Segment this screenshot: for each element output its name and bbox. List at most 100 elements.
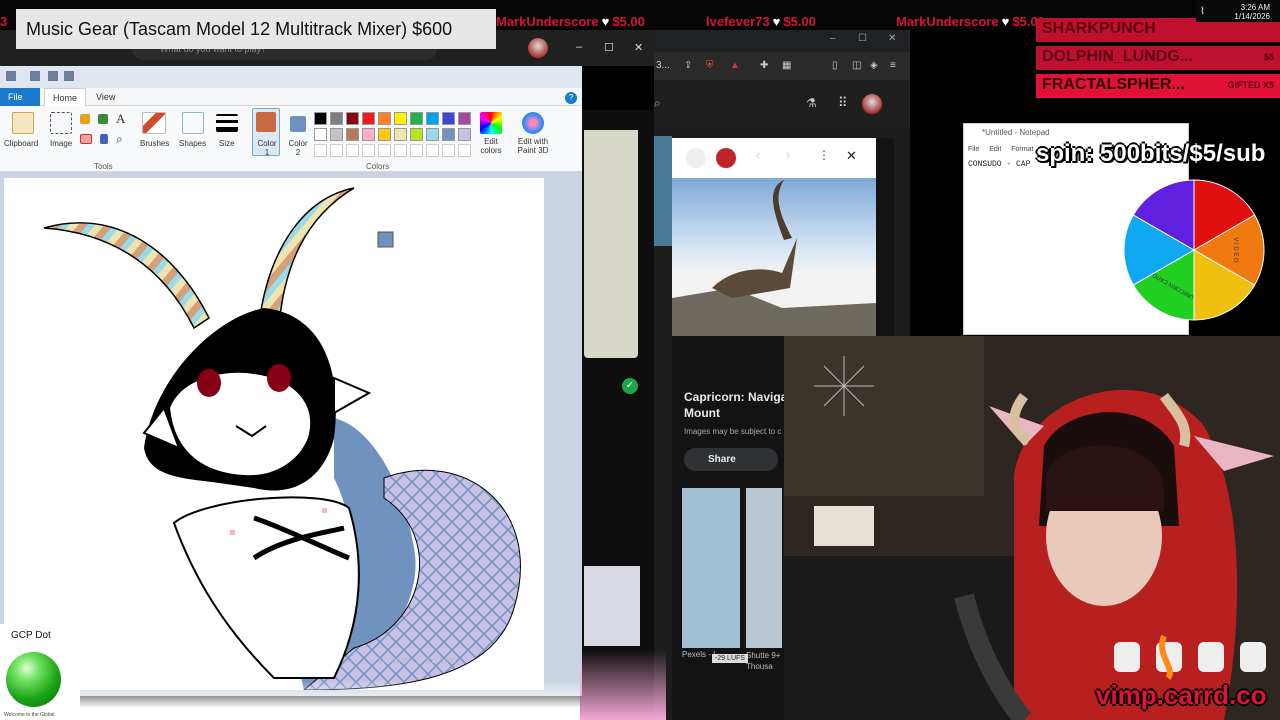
custom-color-slot[interactable] (394, 144, 407, 157)
palette-swatch[interactable] (378, 128, 391, 141)
lens-icon[interactable] (686, 148, 706, 168)
redo-icon[interactable] (64, 71, 74, 81)
extension-icon[interactable]: ▲ (730, 60, 740, 71)
brave-icon[interactable]: ⛨ (706, 60, 714, 71)
palette-swatch[interactable] (314, 128, 327, 141)
size-icon[interactable] (216, 114, 238, 132)
avatar[interactable] (528, 38, 548, 58)
palette-swatch[interactable] (394, 128, 407, 141)
ticker-item: MarkUnderscore ♥ $5.00 (496, 14, 645, 29)
minimize-icon[interactable]: – (576, 41, 582, 53)
leaderboard-note: GIFTED X5 (1227, 80, 1274, 90)
paint3d-icon[interactable] (522, 112, 544, 134)
text-icon[interactable]: A (116, 111, 125, 127)
menu-format[interactable]: Format (1011, 146, 1033, 153)
edit-colors-icon[interactable] (480, 112, 502, 134)
tab-view[interactable]: View (88, 88, 123, 106)
palette-swatch[interactable] (458, 112, 471, 125)
pdf-icon[interactable] (716, 148, 736, 168)
palette-swatch[interactable] (410, 112, 423, 125)
grid-icon[interactable]: ▦ (782, 60, 791, 71)
palette-swatch[interactable] (330, 128, 343, 141)
custom-color-slot[interactable] (378, 144, 391, 157)
color2-label: Color 2 (288, 139, 308, 157)
palette-swatch[interactable] (346, 112, 359, 125)
pencil-icon[interactable] (80, 114, 90, 124)
shield-icon[interactable]: ◈ (870, 60, 878, 71)
palette-swatch[interactable] (346, 128, 359, 141)
wallet-icon[interactable]: ◫ (852, 60, 861, 71)
palette-swatch[interactable] (442, 112, 455, 125)
menu-edit[interactable]: Edit (989, 146, 1001, 153)
custom-color-slot[interactable] (410, 144, 423, 157)
fill-icon[interactable] (98, 114, 108, 124)
labs-icon[interactable]: ⚗ (806, 96, 817, 110)
related-source: Shutte 9+ Thousa (746, 651, 781, 671)
sidebar-icon[interactable]: ▯ (832, 60, 838, 71)
drawing-canvas[interactable] (4, 178, 544, 690)
share-page-icon[interactable]: ⇪ (684, 60, 692, 71)
brushes-icon[interactable] (142, 112, 166, 134)
share-button[interactable]: Share (684, 448, 778, 471)
related-image[interactable] (746, 488, 782, 648)
close-icon[interactable]: ✕ (846, 148, 857, 164)
paste-icon[interactable] (12, 112, 34, 134)
chevron-left-icon[interactable]: ‹ (756, 148, 760, 162)
palette-swatch[interactable] (426, 112, 439, 125)
maximize-icon[interactable]: ☐ (604, 41, 614, 54)
custom-color-slot[interactable] (442, 144, 455, 157)
tab-file[interactable]: File (0, 88, 40, 106)
notepad-text[interactable]: CONSUDO - CAP (968, 160, 1030, 169)
donation-amount: $5.00 (783, 14, 816, 29)
custom-color-slot[interactable] (314, 144, 327, 157)
save-icon[interactable] (30, 71, 40, 81)
palette-swatch[interactable] (394, 112, 407, 125)
puzzle-icon[interactable]: ✚ (760, 60, 768, 71)
notepad-menus: File Edit Format (968, 146, 1041, 153)
apps-grid-icon[interactable]: ⠿ (838, 95, 848, 111)
custom-color-slot[interactable] (330, 144, 343, 157)
custom-color-slot[interactable] (346, 144, 359, 157)
ibex-photo[interactable] (672, 178, 876, 336)
select-icon[interactable] (50, 112, 72, 134)
size-label: Size (219, 139, 235, 148)
tab-home[interactable]: Home (44, 88, 87, 106)
maximize-icon[interactable]: ☐ (858, 33, 867, 44)
wifi-icon[interactable]: ⌇ (1200, 6, 1205, 17)
help-icon[interactable]: ? (565, 92, 577, 104)
chevron-right-icon[interactable]: › (786, 148, 790, 162)
tab-title: 3... (656, 60, 670, 71)
close-icon[interactable]: ✕ (888, 33, 896, 44)
menu-icon[interactable]: ≡ (890, 60, 896, 71)
palette-swatch[interactable] (362, 128, 375, 141)
eraser-icon[interactable] (80, 134, 92, 144)
custom-color-slot[interactable] (362, 144, 375, 157)
side-thumbnail (654, 136, 672, 246)
custom-color-slot[interactable] (458, 144, 471, 157)
close-icon[interactable]: ✕ (634, 41, 643, 54)
magnifier-icon[interactable]: ⌕ (116, 132, 123, 147)
undo-icon[interactable] (48, 71, 58, 81)
shapes-icon[interactable] (182, 112, 204, 134)
palette-swatch[interactable] (378, 112, 391, 125)
palette-swatch[interactable] (442, 128, 455, 141)
more-icon[interactable]: ⋮ (818, 148, 830, 162)
minimize-icon[interactable]: – (830, 33, 836, 44)
color2-swatch[interactable] (290, 116, 306, 132)
color-picker-icon[interactable] (100, 134, 108, 144)
custom-color-slot[interactable] (426, 144, 439, 157)
menu-file[interactable]: File (968, 146, 979, 153)
lufs-readout: -29 LUFS (712, 654, 748, 663)
palette-swatch[interactable] (362, 112, 375, 125)
related-image[interactable] (682, 488, 740, 648)
palette-swatch[interactable] (314, 112, 327, 125)
palette-swatch[interactable] (426, 128, 439, 141)
gcp-dot-orb (6, 652, 61, 707)
palette-swatch[interactable] (330, 112, 343, 125)
avatar[interactable] (862, 94, 882, 114)
background-image (584, 130, 638, 358)
palette-swatch[interactable] (458, 128, 471, 141)
search-icon[interactable]: ⌕ (654, 96, 661, 111)
palette-swatch[interactable] (410, 128, 423, 141)
background-window-strip: ✓ (582, 110, 654, 720)
